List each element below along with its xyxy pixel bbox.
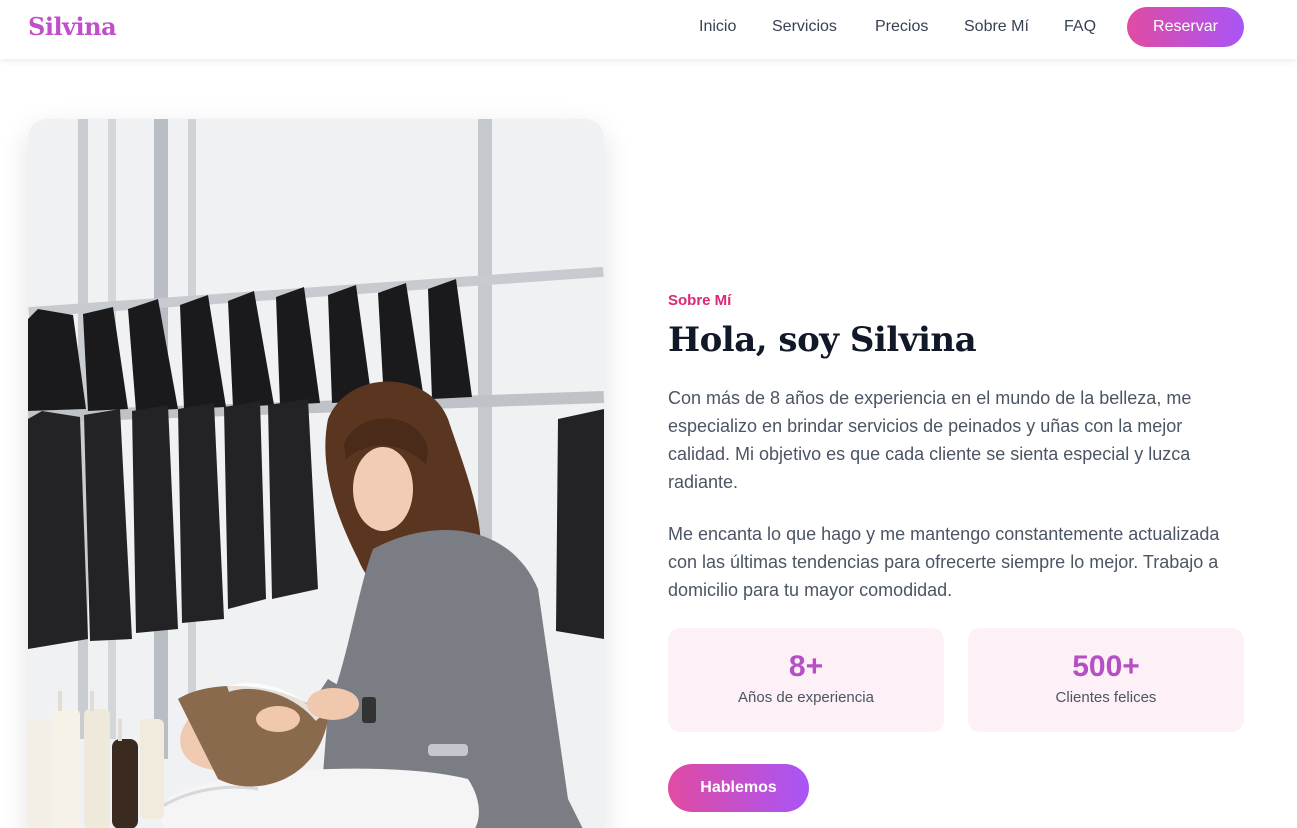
- salon-photo-illustration: [28, 119, 604, 828]
- stat-label: Clientes felices: [1055, 689, 1157, 706]
- stat-label: Años de experiencia: [738, 689, 874, 706]
- nav-link-precios[interactable]: Precios: [875, 18, 928, 36]
- about-title: Hola, soy Silvina: [668, 320, 977, 360]
- salon-photo: [28, 119, 604, 828]
- hablemos-button[interactable]: Hablemos: [668, 764, 809, 812]
- nav-link-inicio[interactable]: Inicio: [699, 18, 736, 36]
- stat-value: 8+: [788, 650, 824, 683]
- about-paragraph-2: Me encanta lo que hago y me mantengo con…: [668, 524, 1220, 600]
- stat-card-clients: 500+ Clientes felices: [968, 628, 1244, 732]
- section-eyebrow: Sobre Mí: [668, 292, 732, 309]
- stat-card-experience: 8+ Años de experiencia: [668, 628, 944, 732]
- nav-link-faq[interactable]: FAQ: [1064, 18, 1096, 36]
- nav-link-sobre-mi[interactable]: Sobre Mí: [964, 18, 1029, 36]
- nav-link-servicios[interactable]: Servicios: [772, 18, 837, 36]
- reserve-button[interactable]: Reservar: [1127, 7, 1244, 47]
- main-nav: Inicio Servicios Precios Sobre Mí FAQ Re…: [0, 0, 1297, 59]
- site-header: Silvina Inicio Servicios Precios Sobre M…: [0, 0, 1297, 59]
- stat-value: 500+: [1072, 650, 1140, 683]
- about-paragraph-1: Con más de 8 años de experiencia en el m…: [668, 388, 1192, 492]
